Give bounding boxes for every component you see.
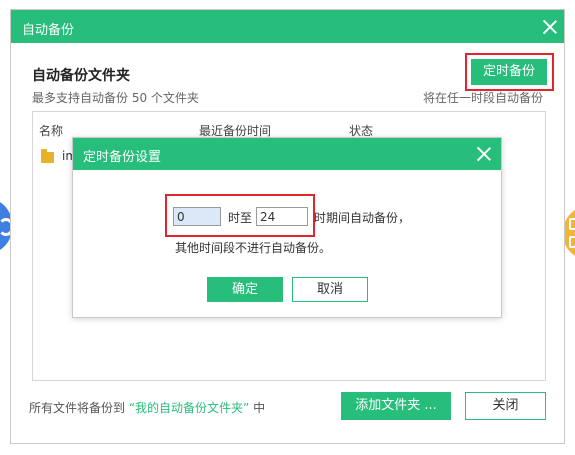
- dialog-titlebar: 自动备份: [11, 10, 564, 43]
- add-folder-button[interactable]: 添加文件夹 ...: [341, 392, 451, 420]
- ok-button[interactable]: 确定: [207, 277, 283, 302]
- to-label: 时至: [228, 211, 253, 225]
- end-hour-input[interactable]: [256, 207, 308, 226]
- scheduled-backup-button[interactable]: 定时备份: [471, 59, 547, 85]
- folder-limit-text: 最多支持自动备份 50 个文件夹: [32, 91, 199, 105]
- schedule-settings-dialog: 定时备份设置 时至 时期间自动备份， 其他时间段不进行自动备份。 确定 取消: [72, 137, 502, 318]
- folder-icon: [41, 149, 54, 163]
- schedule-titlebar: 定时备份设置: [73, 138, 501, 170]
- footer-destination-text: 所有文件将备份到 “我的自动备份文件夹” 中: [29, 399, 265, 416]
- schedule-dialog-title: 定时备份设置: [83, 150, 162, 165]
- dialog-title: 自动备份: [22, 23, 75, 38]
- schedule-close-icon[interactable]: [476, 146, 492, 162]
- column-header-name[interactable]: 名称: [39, 122, 63, 139]
- backup-hint-text: 将在任一时段自动备份: [422, 91, 543, 105]
- close-icon[interactable]: [542, 19, 558, 35]
- schedule-note: 其他时间段不进行自动备份。: [175, 241, 332, 255]
- start-hour-input[interactable]: [173, 207, 221, 226]
- footer-suffix: 中: [253, 401, 266, 415]
- close-button[interactable]: 关闭: [465, 392, 546, 420]
- footer-prefix: 所有文件将备份到: [29, 401, 126, 415]
- backup-folder-link[interactable]: “我的自动备份文件夹”: [129, 401, 249, 415]
- section-title: 自动备份文件夹: [32, 68, 130, 84]
- period-label: 时期间自动备份，: [314, 211, 411, 225]
- cancel-button[interactable]: 取消: [292, 277, 368, 302]
